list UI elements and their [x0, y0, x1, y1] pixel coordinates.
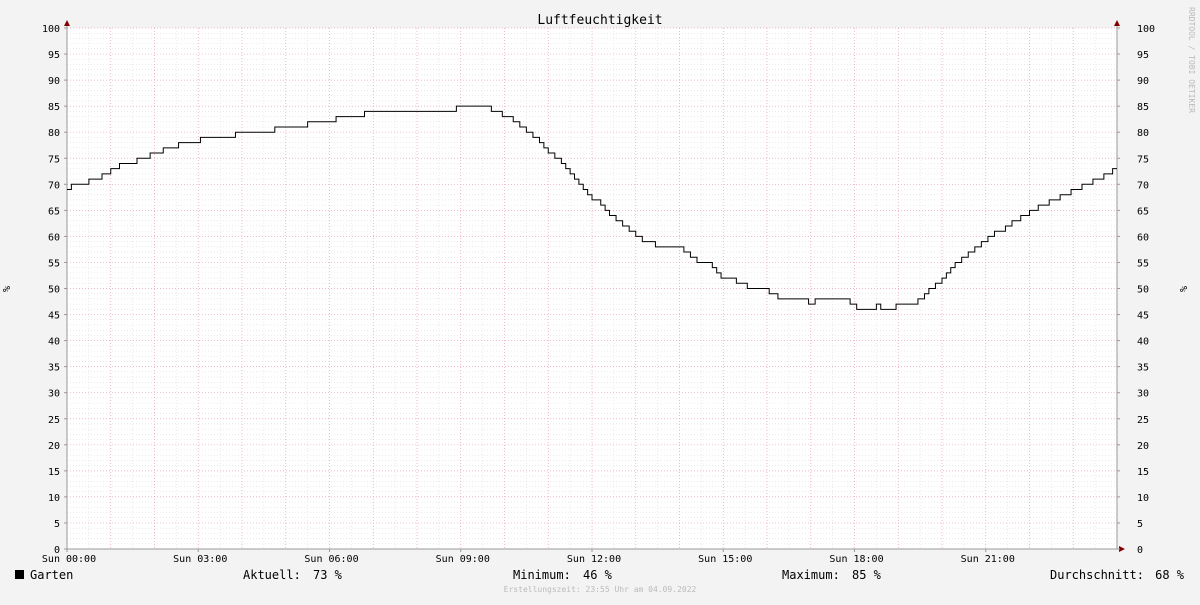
legend-series-name: Garten [30, 568, 73, 582]
y-axis-label-left: % [2, 286, 13, 292]
x-tick-label: Sun 03:00 [173, 554, 227, 565]
y-tick-label-right: 55 [1137, 258, 1149, 269]
y-tick-label-right: 70 [1137, 180, 1149, 191]
y-tick-label-right: 95 [1137, 50, 1149, 61]
x-tick-label: Sun 21:00 [961, 554, 1015, 565]
y-tick-label-left: 45 [48, 311, 60, 322]
y-tick-label-right: 65 [1137, 206, 1149, 217]
y-tick-label-right: 30 [1137, 389, 1149, 400]
y-tick-label-right: 10 [1137, 493, 1149, 504]
y-tick-label-right: 5 [1137, 519, 1143, 530]
y-tick-label-left: 65 [48, 206, 60, 217]
watermark: RRDTOOL / TOBI OETIKER [1187, 7, 1196, 113]
x-tick-label: Sun 09:00 [436, 554, 490, 565]
stat-minimum-value: 46 % [583, 568, 613, 582]
y-tick-label-right: 90 [1137, 76, 1149, 87]
y-tick-label-left: 30 [48, 389, 60, 400]
y-tick-label-right: 25 [1137, 415, 1149, 426]
y-tick-label-left: 55 [48, 258, 60, 269]
y-tick-label-left: 5 [54, 519, 60, 530]
x-tick-label: Sun 00:00 [42, 554, 96, 565]
y-tick-label-left: 10 [48, 493, 60, 504]
chart-title: Luftfeuchtigkeit [537, 13, 662, 28]
x-tick-label: Sun 18:00 [829, 554, 883, 565]
y-tick-label-right: 20 [1137, 441, 1149, 452]
x-tick-label: Sun 15:00 [698, 554, 752, 565]
y-tick-label-right: 60 [1137, 232, 1149, 243]
y-tick-label-left: 75 [48, 154, 60, 165]
y-tick-label-right: 15 [1137, 467, 1149, 478]
y-tick-label-left: 40 [48, 337, 60, 348]
y-tick-label-right: 50 [1137, 285, 1149, 296]
y-tick-label-right: 75 [1137, 154, 1149, 165]
y-axis-label-right: % [1177, 286, 1188, 292]
y-tick-label-left: 35 [48, 363, 60, 374]
footer-timestamp: Erstellungszeit: 23:55 Uhr am 04.09.2022 [504, 585, 697, 594]
stat-average-value: 68 % [1155, 568, 1185, 582]
y-tick-label-left: 60 [48, 232, 60, 243]
stat-current-value: 73 % [313, 568, 343, 582]
y-tick-label-right: 45 [1137, 311, 1149, 322]
chart-root: 0 0 5 5 10 10 15 15 20 20 25 25 30 30 35 35 40 40 45 45 50 50… [0, 0, 1200, 600]
y-tick-label-right: 0 [1137, 545, 1143, 556]
chart-svg: 0 05 510 1015 1520 2025 2530 3035 3540 4045 4550 50… [0, 0, 1200, 600]
y-tick-label-left: 70 [48, 180, 60, 191]
stat-maximum-value: 85 % [852, 568, 882, 582]
y-tick-label-left: 100 [42, 24, 60, 35]
y-tick-label-left: 15 [48, 467, 60, 478]
y-tick-label-left: 80 [48, 128, 60, 139]
legend-swatch [15, 570, 24, 579]
y-tick-label-left: 95 [48, 50, 60, 61]
y-tick-label-left: 20 [48, 441, 60, 452]
y-tick-label-left: 50 [48, 285, 60, 296]
y-tick-label-left: 85 [48, 102, 60, 113]
y-tick-label-right: 100 [1137, 24, 1155, 35]
y-tick-label-right: 85 [1137, 102, 1149, 113]
stat-maximum-label: Maximum: [782, 568, 840, 582]
y-tick-label-right: 40 [1137, 337, 1149, 348]
stat-minimum-label: Minimum: [513, 568, 571, 582]
x-tick-label: Sun 06:00 [304, 554, 358, 565]
y-tick-label-right: 80 [1137, 128, 1149, 139]
stat-average-label: Durchschnitt: [1050, 568, 1144, 582]
y-tick-label-right: 35 [1137, 363, 1149, 374]
stat-current-label: Aktuell: [243, 568, 301, 582]
y-tick-label-left: 90 [48, 76, 60, 87]
x-tick-label: Sun 12:00 [567, 554, 621, 565]
y-tick-label-left: 25 [48, 415, 60, 426]
